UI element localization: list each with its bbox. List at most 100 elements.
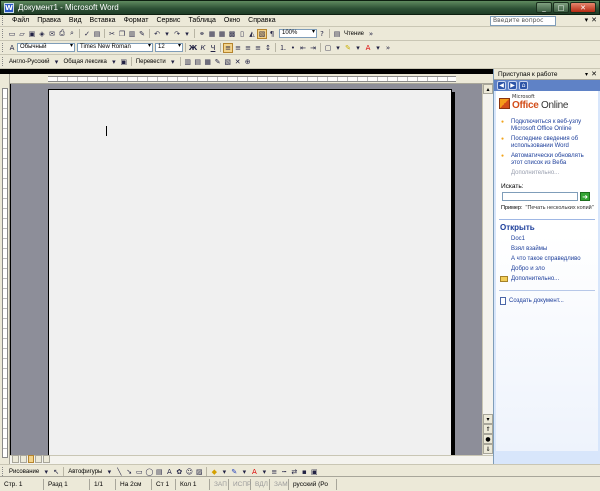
- menu-tools[interactable]: Сервис: [152, 17, 184, 24]
- border-dropdown-icon[interactable]: ▾: [333, 43, 343, 53]
- horizontal-scrollbar[interactable]: [10, 455, 493, 464]
- zoom-select[interactable]: 100%: [279, 29, 317, 38]
- line-icon[interactable]: ╲: [114, 467, 124, 477]
- vertical-ruler[interactable]: [0, 74, 10, 464]
- print-icon[interactable]: ⎙: [57, 29, 67, 39]
- toolbar-options-icon[interactable]: »: [383, 43, 393, 53]
- forward-icon[interactable]: ▶: [508, 81, 517, 90]
- back-icon[interactable]: ◀: [497, 81, 506, 90]
- drawing-icon[interactable]: ◭: [247, 29, 257, 39]
- increase-indent-icon[interactable]: ⇥: [308, 43, 318, 53]
- link-auto-update[interactable]: Автоматически обновлять этот список из В…: [499, 153, 595, 167]
- search-go-icon[interactable]: ➜: [580, 192, 590, 201]
- link-more[interactable]: Дополнительно...: [499, 170, 595, 177]
- undo-icon[interactable]: ↶: [152, 29, 162, 39]
- autoshapes-dropdown-icon[interactable]: ▾: [104, 467, 114, 477]
- translate-tool-icon-4[interactable]: ✎: [213, 57, 223, 67]
- new-document-icon[interactable]: ▭: [7, 29, 17, 39]
- border-icon[interactable]: ▢: [323, 43, 333, 53]
- menu-grip[interactable]: [2, 16, 5, 25]
- draw-menu-button[interactable]: Рисование: [7, 469, 41, 475]
- underline-icon[interactable]: Ч: [208, 43, 218, 53]
- spelling-icon[interactable]: ✓: [82, 29, 92, 39]
- shadow-icon[interactable]: ▪: [299, 467, 309, 477]
- translate-tool-icon-2[interactable]: ▤: [193, 57, 203, 67]
- read-button[interactable]: Чтение: [342, 31, 366, 37]
- vocabulary-dropdown-icon[interactable]: ▾: [109, 57, 119, 67]
- document-map-icon[interactable]: ▧: [257, 28, 267, 39]
- clipart-icon[interactable]: ☺: [184, 467, 194, 477]
- redo-dropdown-icon[interactable]: ▾: [182, 29, 192, 39]
- redo-icon[interactable]: ↷: [172, 29, 182, 39]
- line-spacing-icon[interactable]: ↕: [263, 43, 273, 53]
- vertical-scrollbar[interactable]: ▴ ▾ ⇑ ● ⇓: [482, 84, 493, 455]
- task-pane-close-icon[interactable]: ✕: [591, 70, 597, 78]
- status-trk[interactable]: ИСПР: [229, 478, 251, 490]
- recent-file[interactable]: Взял взаймы: [511, 246, 595, 253]
- insert-table-icon[interactable]: ▦: [217, 29, 227, 39]
- minimize-button[interactable]: _: [536, 2, 552, 13]
- print-layout-icon[interactable]: [27, 455, 35, 463]
- translate-tool-icon-1[interactable]: ▥: [183, 57, 193, 67]
- scroll-down-icon[interactable]: ▾: [483, 414, 493, 424]
- insert-excel-icon[interactable]: ▩: [227, 29, 237, 39]
- link-connect-office-online[interactable]: Подключиться к веб-узлу Microsoft Office…: [499, 119, 595, 133]
- format-painter-icon[interactable]: ✎: [137, 29, 147, 39]
- oval-icon[interactable]: ◯: [144, 467, 154, 477]
- styles-pane-icon[interactable]: A: [7, 43, 17, 53]
- menu-window[interactable]: Окно: [220, 17, 244, 24]
- read-icon[interactable]: ▤: [332, 29, 342, 39]
- draw-font-color-icon[interactable]: A: [249, 467, 259, 477]
- direction-dropdown-icon[interactable]: ▾: [52, 57, 62, 67]
- italic-icon[interactable]: К: [198, 43, 208, 53]
- normal-view-icon[interactable]: [12, 455, 19, 463]
- next-page-icon[interactable]: ⇓: [483, 444, 493, 454]
- line-color-icon[interactable]: ✎: [229, 467, 239, 477]
- translate-tool-icon-6[interactable]: ✕: [233, 57, 243, 67]
- print-preview-icon[interactable]: ⌕: [67, 29, 77, 39]
- doc-menu-arrow-icon[interactable]: ▾: [585, 16, 589, 24]
- word-app-icon[interactable]: W: [4, 2, 14, 13]
- open-more-link[interactable]: Дополнительно...: [500, 276, 595, 282]
- picture-icon[interactable]: ▨: [194, 467, 204, 477]
- research-icon[interactable]: ▤: [92, 29, 102, 39]
- maximize-button[interactable]: □: [553, 2, 569, 13]
- decrease-indent-icon[interactable]: ⇤: [298, 43, 308, 53]
- vocabulary-select[interactable]: Общая лексика: [62, 59, 109, 65]
- font-size-select[interactable]: 12: [155, 43, 183, 52]
- tables-borders-icon[interactable]: ▦: [207, 29, 217, 39]
- paste-icon[interactable]: ▥: [127, 29, 137, 39]
- autoshapes-button[interactable]: Автофигуры: [66, 469, 104, 475]
- scroll-up-icon[interactable]: ▴: [483, 84, 493, 94]
- recent-file[interactable]: А что такое справедливо: [511, 256, 595, 263]
- menu-format[interactable]: Формат: [120, 17, 153, 24]
- toolbar-options-icon[interactable]: »: [366, 29, 376, 39]
- draw-font-dropdown-icon[interactable]: ▾: [259, 467, 269, 477]
- bold-icon[interactable]: Ж: [188, 43, 198, 53]
- menu-table[interactable]: Таблица: [184, 17, 219, 24]
- home-icon[interactable]: ⌂: [519, 81, 528, 90]
- dash-style-icon[interactable]: ┅: [279, 467, 289, 477]
- bullets-icon[interactable]: •: [288, 43, 298, 53]
- previous-page-icon[interactable]: ⇑: [483, 424, 493, 434]
- highlight-dropdown-icon[interactable]: ▾: [353, 43, 363, 53]
- toolbar-grip[interactable]: [2, 57, 5, 66]
- task-pane-menu-icon[interactable]: ▾: [585, 71, 588, 78]
- wordart-icon[interactable]: A: [164, 467, 174, 477]
- toolbar-grip[interactable]: [2, 43, 5, 52]
- dictionary-icon[interactable]: ▣: [119, 57, 129, 67]
- columns-icon[interactable]: ▯: [237, 29, 247, 39]
- toolbar-grip[interactable]: [2, 29, 5, 38]
- email-icon[interactable]: ✉: [47, 29, 57, 39]
- style-select[interactable]: Обычный: [17, 43, 75, 52]
- translate-tool-icon-7[interactable]: ⊕: [243, 57, 253, 67]
- web-view-icon[interactable]: [19, 455, 27, 463]
- doc-close-icon[interactable]: ✕: [591, 16, 597, 24]
- toolbar-grip[interactable]: [2, 467, 5, 476]
- browse-object-icon[interactable]: ●: [483, 434, 493, 444]
- document-page[interactable]: [48, 89, 452, 455]
- recent-file[interactable]: Добро и зло: [511, 266, 595, 273]
- reading-view-icon[interactable]: [43, 455, 50, 463]
- line-color-dropdown-icon[interactable]: ▾: [239, 467, 249, 477]
- translate-dropdown-icon[interactable]: ▾: [168, 57, 178, 67]
